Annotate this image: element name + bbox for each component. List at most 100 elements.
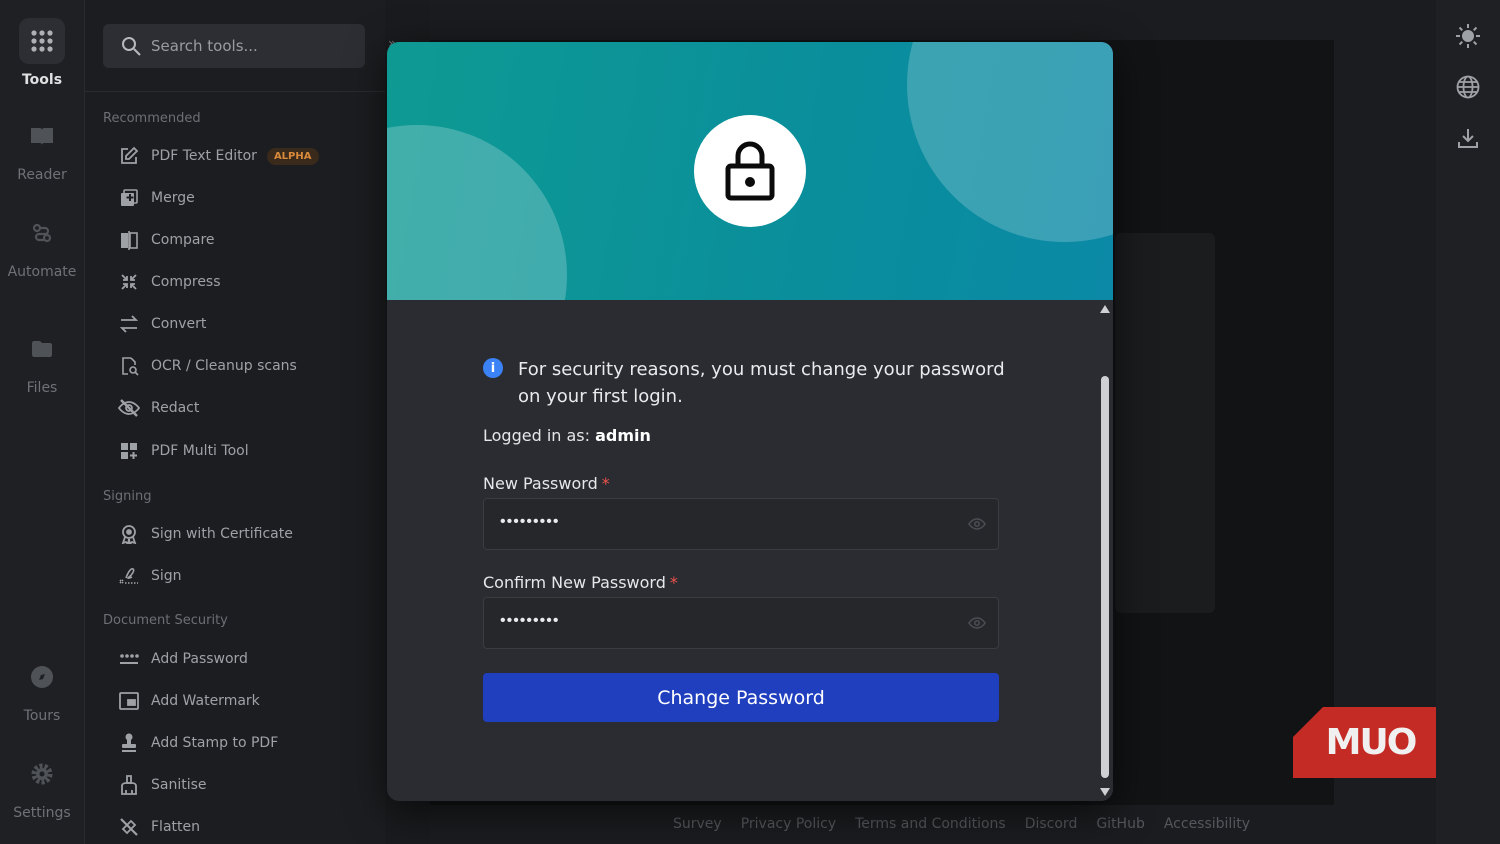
search-icon xyxy=(121,36,141,56)
tool-flatten[interactable]: Flatten xyxy=(118,812,200,842)
flatten-icon xyxy=(118,816,140,838)
multi-tool-icon xyxy=(118,440,140,462)
lock-icon xyxy=(725,141,775,201)
section-title-document-security: Document Security xyxy=(103,613,228,628)
tool-sign-with-certificate[interactable]: Sign with Certificate xyxy=(118,519,293,549)
ocr-icon xyxy=(118,355,140,377)
footer-link-privacy[interactable]: Privacy Policy xyxy=(741,816,836,832)
modal-scrollbar[interactable] xyxy=(1097,300,1113,801)
alpha-badge: ALPHA xyxy=(266,147,319,165)
convert-icon xyxy=(118,313,140,335)
tool-label: Convert xyxy=(151,316,207,332)
footer-link-accessibility[interactable]: Accessibility xyxy=(1164,816,1250,832)
footer-link-github[interactable]: GitHub xyxy=(1096,816,1145,832)
new-password-field[interactable] xyxy=(483,498,999,550)
security-notice-text: For security reasons, you must change yo… xyxy=(518,359,1005,407)
rail-label: Tools xyxy=(21,72,63,88)
tool-label: PDF Multi Tool xyxy=(151,443,249,459)
rail-automate[interactable]: Automate xyxy=(0,210,84,280)
stamp-icon xyxy=(118,732,140,754)
tool-ocr[interactable]: OCR / Cleanup scans xyxy=(118,351,297,381)
theme-sun-icon[interactable] xyxy=(1454,22,1482,50)
required-mark: * xyxy=(601,474,610,493)
scroll-up-icon[interactable] xyxy=(1100,305,1110,313)
rail-settings[interactable]: Settings xyxy=(0,751,84,821)
tool-add-password[interactable]: Add Password xyxy=(118,644,248,674)
background-card xyxy=(1115,233,1215,613)
rail-tours[interactable]: Tours xyxy=(0,654,84,724)
tool-redact[interactable]: Redact xyxy=(118,393,199,423)
footer-link-survey[interactable]: Survey xyxy=(673,816,722,832)
rail-label: Settings xyxy=(13,805,71,821)
change-password-button[interactable]: Change Password xyxy=(483,673,999,722)
show-password-eye-icon[interactable] xyxy=(968,515,986,533)
confirm-password-label-text: Confirm New Password xyxy=(483,573,666,592)
rail-reader[interactable]: Reader xyxy=(0,113,84,183)
redact-icon xyxy=(118,397,140,419)
tool-label: Add Watermark xyxy=(151,693,260,709)
required-mark: * xyxy=(669,573,678,592)
compass-icon xyxy=(19,654,65,700)
tool-add-stamp[interactable]: Add Stamp to PDF xyxy=(118,728,278,758)
search-input[interactable] xyxy=(149,36,353,56)
gear-icon xyxy=(19,751,65,797)
grid-icon xyxy=(19,18,65,64)
tool-sign[interactable]: Sign xyxy=(118,561,182,591)
muo-watermark-logo: MUO xyxy=(1293,707,1436,778)
new-password-input[interactable] xyxy=(498,512,942,532)
change-password-modal: i For security reasons, you must change … xyxy=(387,42,1113,801)
tool-pdf-text-editor[interactable]: PDF Text Editor ALPHA xyxy=(118,141,319,171)
tool-add-watermark[interactable]: Add Watermark xyxy=(118,686,260,716)
rail-tools[interactable]: Tools xyxy=(0,18,84,88)
modal-body: i For security reasons, you must change … xyxy=(387,300,1097,801)
show-password-eye-icon[interactable] xyxy=(968,614,986,632)
tool-label: Flatten xyxy=(151,819,200,835)
tool-label: Sign with Certificate xyxy=(151,526,293,542)
search-box[interactable] xyxy=(103,24,365,68)
globe-icon[interactable] xyxy=(1454,73,1482,101)
tool-compress[interactable]: Compress xyxy=(118,267,221,297)
rail-label: Files xyxy=(26,380,58,396)
confirm-password-label: Confirm New Password * xyxy=(483,573,678,592)
automate-icon xyxy=(19,210,65,256)
tool-label: Redact xyxy=(151,400,200,416)
download-icon[interactable] xyxy=(1454,124,1482,152)
tool-compare[interactable]: Compare xyxy=(118,225,215,255)
tool-label: OCR / Cleanup scans xyxy=(151,358,297,374)
scrollbar-thumb[interactable] xyxy=(1101,376,1109,778)
confirm-password-field[interactable] xyxy=(483,597,999,649)
modal-hero xyxy=(387,42,1113,300)
rail-label: Automate xyxy=(7,264,77,280)
footer-links: Survey Privacy Policy Terms and Conditio… xyxy=(673,816,1250,832)
section-title-recommended: Recommended xyxy=(103,111,201,126)
compress-icon xyxy=(118,271,140,293)
tool-label: Compress xyxy=(151,274,221,290)
muo-text: MUO xyxy=(1325,722,1418,763)
rail-files[interactable]: Files xyxy=(0,326,84,396)
tool-label: Add Password xyxy=(151,651,248,667)
new-password-label: New Password * xyxy=(483,474,610,493)
compare-icon xyxy=(118,229,140,251)
merge-icon xyxy=(118,187,140,209)
tool-sanitise[interactable]: Sanitise xyxy=(118,770,207,800)
rail-label: Reader xyxy=(17,167,67,183)
tool-merge[interactable]: Merge xyxy=(118,183,195,213)
tool-label: Merge xyxy=(151,190,195,206)
watermark-icon xyxy=(118,690,140,712)
tool-label: Sign xyxy=(151,568,182,584)
tool-label: Compare xyxy=(151,232,215,248)
rail-label: Tours xyxy=(23,708,61,724)
password-icon xyxy=(118,648,140,670)
new-password-label-text: New Password xyxy=(483,474,598,493)
logged-in-username: admin xyxy=(595,426,651,445)
tool-convert[interactable]: Convert xyxy=(118,309,206,339)
tool-pdf-multi-tool[interactable]: PDF Multi Tool xyxy=(118,436,249,466)
hero-decoration xyxy=(907,42,1113,242)
book-icon xyxy=(19,113,65,159)
scroll-down-icon[interactable] xyxy=(1100,788,1110,796)
footer-link-discord[interactable]: Discord xyxy=(1025,816,1078,832)
tool-label: Add Stamp to PDF xyxy=(151,735,279,751)
tool-label: PDF Text Editor xyxy=(151,148,257,164)
footer-link-terms[interactable]: Terms and Conditions xyxy=(855,816,1006,832)
confirm-password-input[interactable] xyxy=(498,611,942,631)
